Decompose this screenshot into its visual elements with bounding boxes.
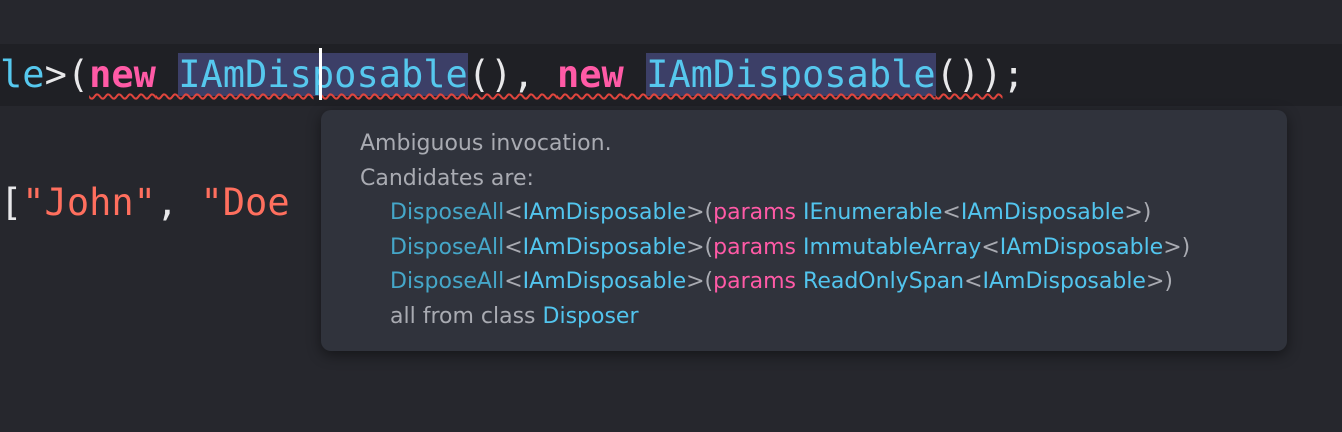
candidate-params-keyword: params bbox=[713, 200, 797, 225]
tooltip-message: Ambiguous invocation. bbox=[360, 131, 612, 156]
candidate-punct: >( bbox=[686, 200, 714, 225]
candidate-space bbox=[796, 200, 803, 225]
candidate-type-arg[interactable]: IAmDisposable bbox=[523, 269, 686, 294]
tooltip-footer-space bbox=[536, 304, 543, 329]
code-token-string: "John" bbox=[22, 181, 156, 224]
code-token-punctuation: , bbox=[155, 181, 201, 224]
candidate-params-keyword: params bbox=[713, 234, 797, 260]
candidate-method-name[interactable]: DisposeAll bbox=[390, 235, 504, 260]
code-token-string: "Doe bbox=[200, 181, 290, 224]
code-token-new-keyword: new bbox=[556, 53, 624, 96]
tooltip-candidate[interactable]: DisposeAll<IAmDisposable>(params Immutab… bbox=[360, 231, 1190, 266]
code-token-punctuation: (), bbox=[467, 53, 557, 96]
error-squiggle-region[interactable]: new IAmDisposable(), new IAmDisposable()… bbox=[89, 53, 1002, 96]
code-token-identifier-highlighted-rest: sposable bbox=[289, 53, 468, 96]
candidate-param-type[interactable]: ImmutableArray bbox=[803, 235, 981, 260]
candidate-param-type-arg[interactable]: IAmDisposable bbox=[961, 200, 1124, 225]
code-token-bracket: [ bbox=[0, 181, 23, 224]
candidate-punct: >) bbox=[1145, 269, 1173, 294]
code-token-identifier-highlighted: IAmDi bbox=[178, 53, 290, 96]
code-token-identifier-highlighted: IAmDisposable bbox=[646, 53, 936, 96]
tooltip-candidate[interactable]: DisposeAll<IAmDisposable>(params IEnumer… bbox=[360, 196, 1190, 231]
tooltip-class-link[interactable]: Disposer bbox=[543, 304, 639, 329]
candidate-method-name[interactable]: DisposeAll bbox=[390, 269, 504, 294]
candidate-punct: < bbox=[981, 234, 1000, 260]
candidate-type-arg[interactable]: IAmDisposable bbox=[523, 200, 686, 225]
error-tooltip-popup[interactable]: Ambiguous invocation. Candidates are: Di… bbox=[321, 110, 1287, 351]
candidate-params-keyword: params bbox=[713, 269, 797, 294]
candidate-param-type[interactable]: IEnumerable bbox=[803, 200, 942, 225]
code-line-string-array[interactable]: ["John", "Doe bbox=[0, 172, 290, 234]
candidate-punct: < bbox=[942, 200, 961, 225]
candidate-punct: >) bbox=[1163, 234, 1191, 260]
code-line-invocation[interactable]: le>(new IAmDisposable(), new IAmDisposab… bbox=[0, 44, 1025, 106]
code-token-punctuation: ()) bbox=[935, 53, 1003, 96]
code-token-punctuation: >( bbox=[44, 53, 90, 96]
candidate-punct: < bbox=[504, 269, 523, 294]
code-token-semicolon: ; bbox=[1002, 53, 1025, 96]
tooltip-candidates-label: Candidates are: bbox=[360, 165, 534, 191]
candidate-punct: >) bbox=[1124, 200, 1152, 225]
tooltip-footer-prefix: all from class bbox=[390, 303, 536, 329]
candidate-param-type[interactable]: ReadOnlySpan bbox=[803, 269, 964, 294]
candidate-punct: >( bbox=[686, 234, 714, 260]
candidate-space bbox=[796, 235, 803, 260]
candidate-space bbox=[796, 269, 803, 294]
candidate-punct: < bbox=[504, 234, 523, 260]
candidate-punct: < bbox=[504, 200, 523, 225]
candidate-method-name[interactable]: DisposeAll bbox=[390, 200, 504, 225]
code-editor[interactable]: le>(new IAmDisposable(), new IAmDisposab… bbox=[0, 0, 1342, 432]
code-token-type-fragment: le bbox=[0, 53, 45, 96]
candidate-param-type-arg[interactable]: IAmDisposable bbox=[983, 269, 1146, 294]
tooltip-candidate[interactable]: DisposeAll<IAmDisposable>(params ReadOnl… bbox=[360, 265, 1190, 300]
candidate-param-type-arg[interactable]: IAmDisposable bbox=[1000, 235, 1163, 260]
candidate-type-arg[interactable]: IAmDisposable bbox=[523, 235, 686, 260]
tooltip-footer: all from class Disposer bbox=[360, 300, 1190, 335]
candidate-punct: < bbox=[964, 269, 983, 294]
code-token-new-keyword: new bbox=[89, 53, 156, 96]
text-caret bbox=[319, 48, 322, 100]
candidate-punct: >( bbox=[686, 269, 714, 294]
